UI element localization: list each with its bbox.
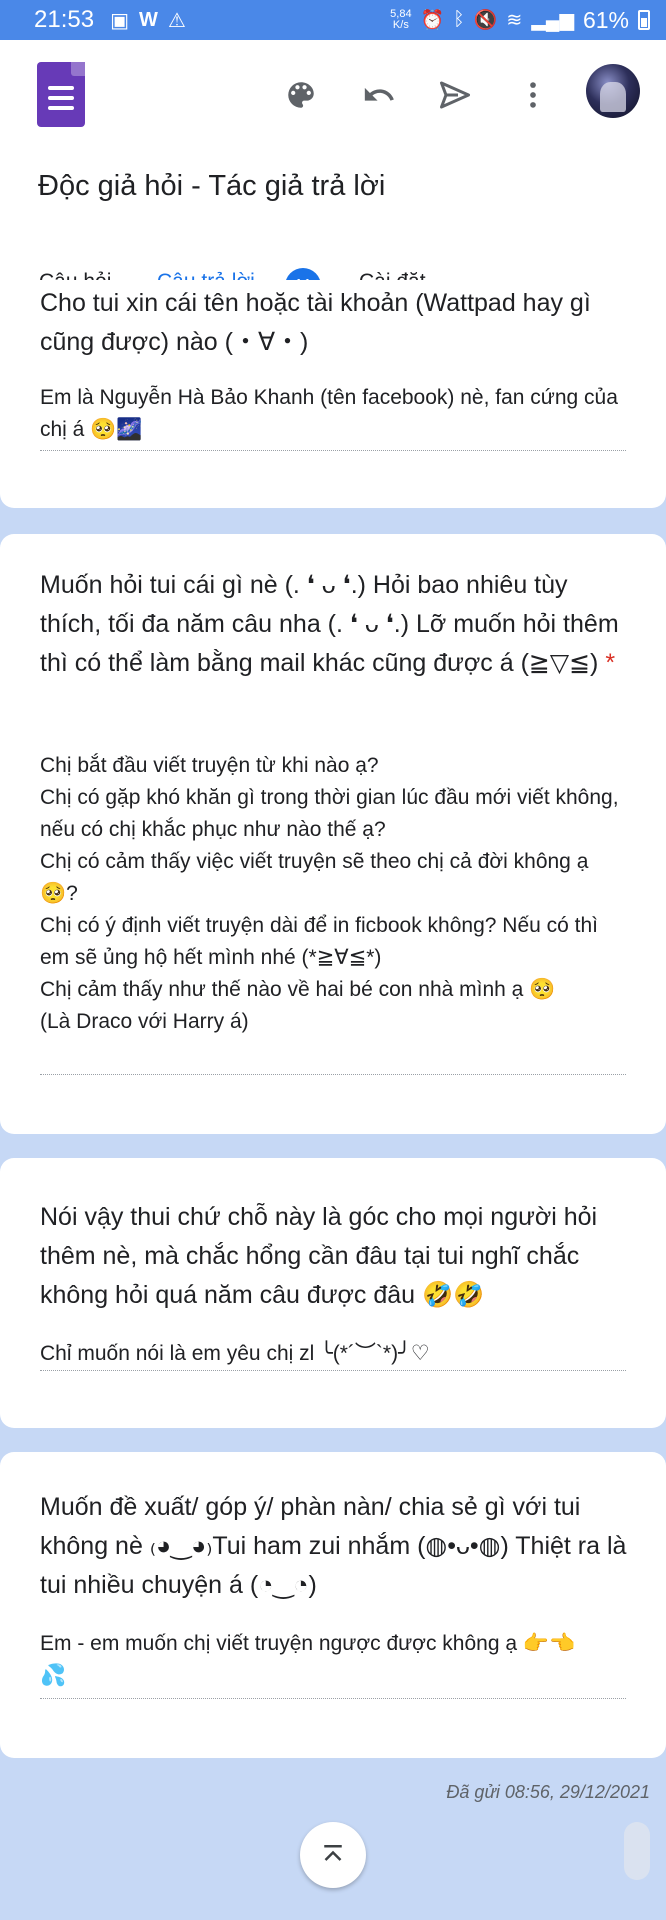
required-mark: * <box>605 649 616 677</box>
palette-icon[interactable] <box>280 74 322 116</box>
signal-icon: ▂▄▆ <box>531 9 574 31</box>
scroll-to-top-button[interactable] <box>300 1822 366 1888</box>
response-card: Muốn hỏi tui cái gì nè (. ❛ ᴗ ❛.) Hỏi ba… <box>0 534 666 1134</box>
more-vert-icon[interactable] <box>512 74 554 116</box>
answer-text: Chị bắt đầu viết truyện từ khi nào ạ? Ch… <box>40 754 619 1033</box>
answer-text: Chỉ muốn nói là em yêu chị zl ╰(*´︶`*)╯♡ <box>40 1342 430 1365</box>
wifi-icon: ≋ <box>506 9 523 31</box>
status-time: 21:53 <box>34 6 95 33</box>
answer-divider <box>40 450 626 451</box>
question-label: Muốn hỏi tui cái gì nè (. ❛ ᴗ ❛.) Hỏi ba… <box>40 571 619 677</box>
response-card: Cho tui xin cái tên hoặc tài khoản (Watt… <box>0 280 666 508</box>
gallery-icon: ▣ <box>110 9 129 32</box>
answer-text: Em là Nguyễn Hà Bảo Khanh (tên facebook)… <box>40 386 618 441</box>
send-icon[interactable] <box>434 74 476 116</box>
question-text: Muốn hỏi tui cái gì nè (. ❛ ᴗ ❛.) Hỏi ba… <box>40 566 632 683</box>
form-title: Độc giả hỏi - Tác giả trả lời <box>38 170 386 202</box>
bluetooth-icon: ᛒ <box>453 9 465 30</box>
chevron-up-icon <box>324 1845 342 1861</box>
answer-divider <box>40 1698 626 1699</box>
response-card: Nói vậy thui chứ chỗ này là góc cho mọi … <box>0 1158 666 1428</box>
response-card: Muốn đề xuất/ góp ý/ phàn nàn/ chia sẻ g… <box>0 1452 666 1758</box>
question-text: Muốn đề xuất/ góp ý/ phàn nàn/ chia sẻ g… <box>40 1493 627 1599</box>
question-text: Cho tui xin cái tên hoặc tài khoản (Watt… <box>40 289 591 356</box>
warning-icon: ⚠ <box>167 9 186 32</box>
status-bar: 21:53 ▣ W ⚠ 5,84 K/s ⏰ ᛒ 🔇 ≋ ▂▄▆ 61% <box>0 0 666 40</box>
avatar[interactable] <box>586 64 640 118</box>
google-forms-logo[interactable] <box>37 62 85 127</box>
undo-icon[interactable] <box>358 74 400 116</box>
alarm-icon: ⏰ <box>420 10 445 31</box>
battery-icon <box>638 10 650 30</box>
answer-divider <box>40 1370 626 1371</box>
network-speed: 5,84 K/s <box>390 9 411 31</box>
question-text: Nói vậy thui chứ chỗ này là góc cho mọi … <box>40 1203 598 1309</box>
sent-timestamp: Đã gửi 08:56, 29/12/2021 <box>446 1782 650 1802</box>
answer-divider <box>40 1074 626 1075</box>
answer-text: Em - em muốn chị viết truyện ngược được … <box>40 1632 576 1687</box>
wattpad-icon: W <box>138 8 158 31</box>
mute-icon: 🔇 <box>473 10 498 31</box>
scrollbar-handle[interactable] <box>624 1822 650 1880</box>
battery-percent: 61% <box>582 6 629 33</box>
network-speed-unit: K/s <box>392 19 409 31</box>
